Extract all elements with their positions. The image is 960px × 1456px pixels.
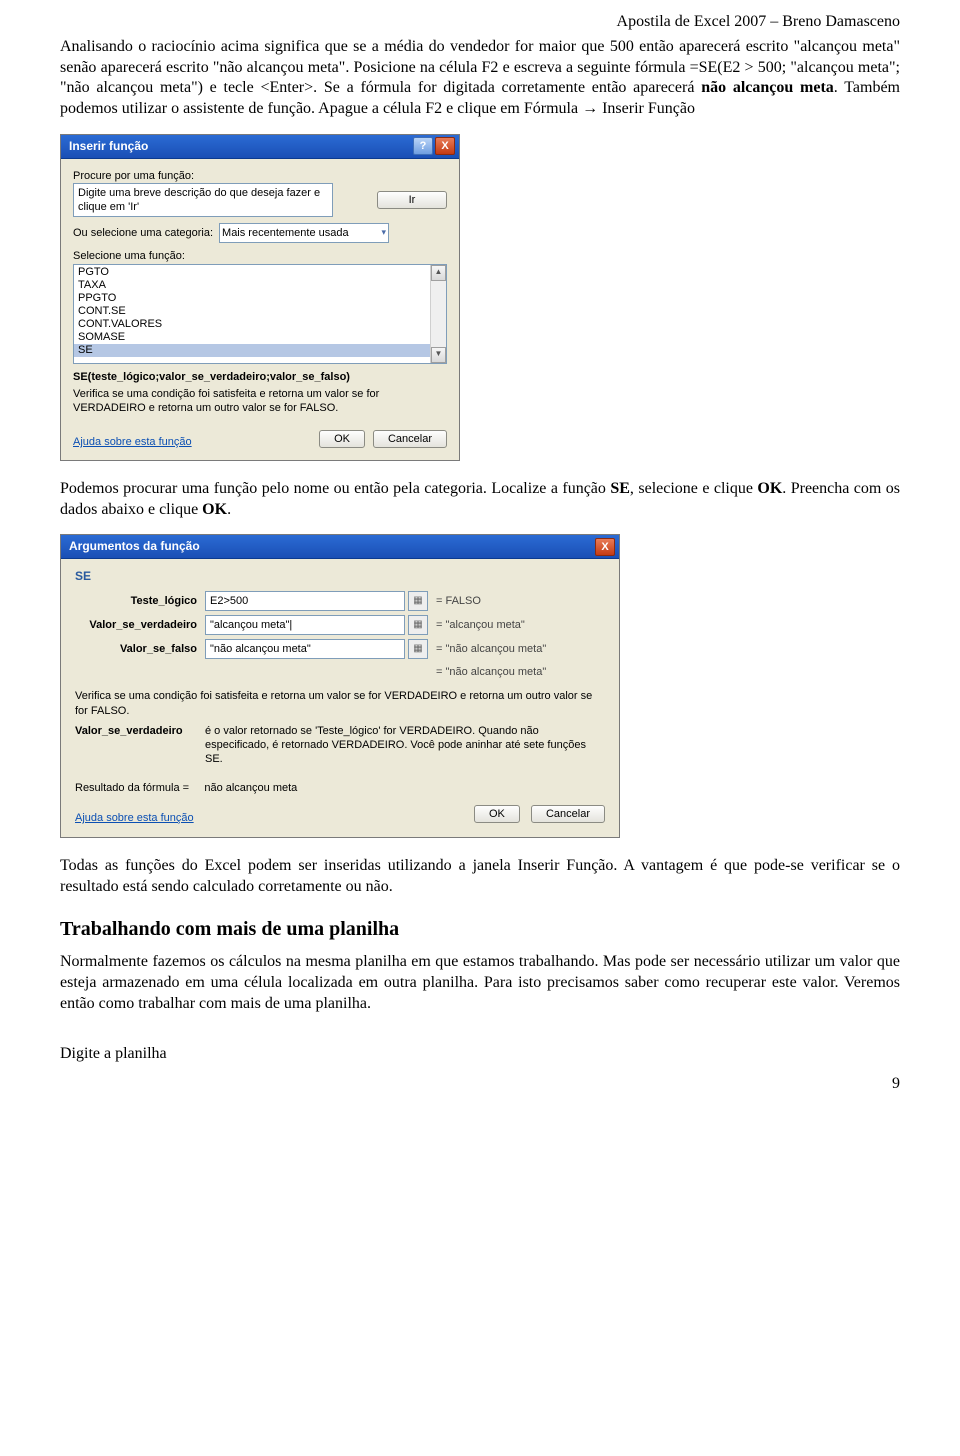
formula-result-value: não alcançou meta xyxy=(204,782,297,794)
list-item[interactable]: PPGTO xyxy=(74,292,430,305)
paragraph-2: Podemos procurar uma função pelo nome ou… xyxy=(60,479,900,521)
close-icon[interactable]: X xyxy=(595,538,615,556)
arg3-label: Valor_se_falso xyxy=(75,642,205,656)
help-link[interactable]: Ajuda sobre esta função xyxy=(75,811,194,825)
dialog-titlebar: Argumentos da função X xyxy=(61,535,619,559)
dialog-body: SE Teste_lógico E2>500 ▦ = FALSO Valor_s… xyxy=(61,559,619,837)
function-syntax-description: Verifica se uma condição foi satisfeita … xyxy=(73,387,447,416)
formula-result-label: Resultado da fórmula = xyxy=(75,782,189,794)
paragraph-3: Todas as funções do Excel podem ser inse… xyxy=(60,856,900,898)
dialog-body: Procure por uma função: Digite uma breve… xyxy=(61,159,459,460)
para2-a: Podemos procurar uma função pelo nome ou… xyxy=(60,480,610,497)
arrow-icon: → xyxy=(582,100,598,117)
scroll-down-icon[interactable]: ▼ xyxy=(431,347,446,363)
function-syntax: SE(teste_lógico;valor_se_verdadeiro;valo… xyxy=(73,370,447,384)
paragraph-5: Digite a planilha xyxy=(60,1044,900,1065)
category-selected-value: Mais recentemente usada xyxy=(222,226,349,240)
search-input[interactable]: Digite uma breve descrição do que deseja… xyxy=(73,183,333,217)
chevron-down-icon: ▾ xyxy=(382,227,387,239)
ok-button[interactable]: OK xyxy=(319,430,365,448)
category-label: Ou selecione uma categoria: xyxy=(73,226,213,240)
arg3-input[interactable]: "não alcançou meta" xyxy=(205,639,405,659)
ref-icon[interactable]: ▦ xyxy=(408,615,428,635)
arg1-label: Teste_lógico xyxy=(75,594,205,608)
arg2-input[interactable]: "alcançou meta"| xyxy=(205,615,405,635)
page-header-right: Apostila de Excel 2007 – Breno Damasceno xyxy=(60,12,900,33)
list-item[interactable]: SOMASE xyxy=(74,331,430,344)
para2-c: , selecione e clique xyxy=(630,480,757,497)
arg1-input[interactable]: E2>500 xyxy=(205,591,405,611)
dialog-title: Inserir função xyxy=(69,139,148,155)
function-arguments-dialog: Argumentos da função X SE Teste_lógico E… xyxy=(60,534,620,838)
paragraph-4: Normalmente fazemos os cálculos na mesma… xyxy=(60,952,900,1014)
overall-result: = "não alcançou meta" xyxy=(436,665,546,679)
category-select[interactable]: Mais recentemente usada ▾ xyxy=(219,223,389,243)
insert-function-dialog: Inserir função ? X Procure por uma funçã… xyxy=(60,134,460,461)
arg2-result: = "alcançou meta" xyxy=(436,618,525,632)
arg2-label: Valor_se_verdadeiro xyxy=(75,618,205,632)
arg3-result: = "não alcançou meta" xyxy=(436,642,546,656)
para1-text-c: Inserir Função xyxy=(598,100,695,117)
para2-e: . xyxy=(227,501,231,518)
arg1-result: = FALSO xyxy=(436,594,481,608)
paragraph-1: Analisando o raciocínio acima significa … xyxy=(60,37,900,120)
select-function-label: Selecione uma função: xyxy=(73,249,441,263)
para1-bold: não alcançou meta xyxy=(701,79,834,96)
help-icon[interactable]: ? xyxy=(413,137,433,155)
list-item[interactable]: CONT.VALORES xyxy=(74,318,430,331)
section-heading: Trabalhando com mais de uma planilha xyxy=(60,916,900,942)
list-item[interactable]: TAXA xyxy=(74,279,430,292)
list-item[interactable]: CONT.SE xyxy=(74,305,430,318)
ok-button[interactable]: OK xyxy=(474,805,520,823)
go-button[interactable]: Ir xyxy=(377,191,447,209)
para2-b1: SE xyxy=(610,480,630,497)
function-items: PGTO TAXA PPGTO CONT.SE CONT.VALORES SOM… xyxy=(74,265,430,363)
help-link[interactable]: Ajuda sobre esta função xyxy=(73,435,192,449)
close-icon[interactable]: X xyxy=(435,137,455,155)
function-listbox[interactable]: PGTO TAXA PPGTO CONT.SE CONT.VALORES SOM… xyxy=(73,264,447,364)
current-arg-name: Valor_se_verdadeiro xyxy=(75,724,205,767)
list-item-selected[interactable]: SE xyxy=(74,344,430,357)
dialog-title: Argumentos da função xyxy=(69,539,200,555)
ref-icon[interactable]: ▦ xyxy=(408,591,428,611)
scroll-up-icon[interactable]: ▲ xyxy=(431,265,446,281)
current-arg-description: é o valor retornado se 'Teste_lógico' fo… xyxy=(205,724,605,767)
ref-icon[interactable]: ▦ xyxy=(408,639,428,659)
dialog-titlebar: Inserir função ? X xyxy=(61,135,459,159)
function-name: SE xyxy=(75,569,605,585)
page-number: 9 xyxy=(892,1074,900,1095)
function-description: Verifica se uma condição foi satisfeita … xyxy=(75,689,605,718)
para2-b3: OK xyxy=(202,501,227,518)
cancel-button[interactable]: Cancelar xyxy=(373,430,447,448)
search-label: Procure por uma função: xyxy=(73,169,441,183)
list-item[interactable]: PGTO xyxy=(74,266,430,279)
scrollbar[interactable]: ▲ ▼ xyxy=(430,265,446,363)
para2-b2: OK xyxy=(757,480,782,497)
cancel-button[interactable]: Cancelar xyxy=(531,805,605,823)
